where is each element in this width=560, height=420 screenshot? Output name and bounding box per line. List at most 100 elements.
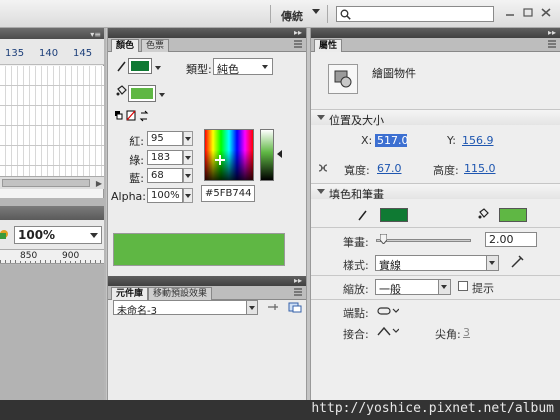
join-style-icon[interactable] [377,326,399,336]
pin-library-icon[interactable] [266,301,280,313]
stroke-color-chip [131,61,149,71]
close-icon[interactable] [540,7,552,18]
section-fill-stroke[interactable]: 填色和筆畫 [311,183,560,201]
cap-style-icon[interactable] [377,306,399,316]
miter-value[interactable]: 3 [463,326,470,339]
chevron-down-icon[interactable] [246,301,257,314]
stroke-color-swatch[interactable] [128,58,152,74]
red-input[interactable]: 95 [147,131,183,146]
frame-number: 145 [73,48,93,59]
timeline-panel: ▾≡ 135 140 145 ▶ [0,28,104,198]
brightness-slider-handle[interactable] [277,150,282,158]
x-label: X: [361,134,373,147]
stroke-weight-slider[interactable] [376,239,471,242]
blue-slider-button[interactable] [183,168,193,183]
y-value[interactable]: 156.9 [462,134,494,147]
chevron-down-icon[interactable] [312,9,320,14]
chevron-down-icon[interactable] [438,280,450,294]
panel-menu-icon[interactable] [548,40,556,48]
panel-menu-icon[interactable] [294,40,302,48]
height-value[interactable]: 115.0 [464,162,496,175]
pencil-icon[interactable] [117,60,127,72]
brightness-slider[interactable] [260,129,274,181]
tab-library[interactable]: 元件庫 [111,287,149,300]
link-dimensions-icon[interactable] [316,162,330,174]
stage-canvas[interactable] [0,265,104,400]
chevron-down-icon[interactable] [317,115,325,120]
scale-select[interactable]: 一般 [375,279,451,296]
width-value[interactable]: 67.0 [377,162,402,175]
stroke-weight-input[interactable]: 2.00 [485,232,537,247]
scrollbar-thumb[interactable] [2,179,90,187]
width-label: 寬度: [344,164,370,177]
chevron-down-icon[interactable] [262,65,268,69]
red-label: 紅: [129,135,144,148]
collapse-panel-icon[interactable]: ▸▸ [294,28,302,37]
hex-color-input[interactable]: #5FB744 [201,185,255,202]
color-type-select[interactable]: 純色 [213,58,273,76]
frame-grid[interactable] [0,66,104,176]
fill-color-swatch[interactable] [499,208,527,222]
library-document-select[interactable]: 未命名-3 [113,300,258,317]
hint-label: 提示 [472,282,494,295]
blue-input[interactable]: 68 [147,168,183,183]
frame-ruler[interactable]: 135 140 145 [0,39,104,65]
minimize-icon[interactable] [504,7,516,18]
chevron-down-icon[interactable] [317,189,325,194]
properties-panel: ▸▸ 屬性 繪圖物件 位置及大小 X: 517.0 Y: 156.9 寬度: 6… [310,28,560,400]
chevron-down-icon[interactable] [486,256,498,270]
green-slider-button[interactable] [183,150,193,165]
style-label: 樣式: [343,259,369,272]
panel-title-bar: ▸▸ [311,28,560,38]
horizontal-ruler: 850 900 [0,250,104,264]
hint-checkbox[interactable] [458,281,468,291]
new-library-panel-icon[interactable] [288,301,302,313]
green-input[interactable]: 183 [147,150,183,165]
zoom-select[interactable]: 100% [14,226,102,244]
color-panel: ▸▸ 顏色 色票 類型: 純色 紅: 95 綠: 183 藍: 68 Alpha… [107,28,307,276]
tab-swatches[interactable]: 色票 [141,39,170,52]
panel-title-bar: ▾≡ [0,28,104,39]
edit-symbol-icon[interactable] [0,228,10,240]
section-title: 位置及大小 [329,114,384,127]
y-label: Y: [447,134,456,147]
workspace-switcher-label[interactable]: 傳統 [281,8,303,24]
panel-menu-icon[interactable] [294,288,302,296]
fill-color-swatch[interactable] [128,85,156,102]
stroke-style-value: 實線 [379,259,401,272]
chevron-down-icon[interactable] [90,233,98,238]
collapse-panel-icon[interactable]: ▸▸ [548,28,556,37]
color-spectrum[interactable] [204,129,254,181]
slider-handle[interactable] [380,234,387,244]
red-slider-button[interactable] [183,131,193,146]
tab-color[interactable]: 顏色 [111,39,140,52]
swap-colors-icons[interactable] [114,110,154,122]
maximize-icon[interactable] [522,7,534,18]
panel-menu-icon[interactable]: ▾≡ [90,30,101,39]
timeline-scrollbar[interactable]: ▶ [0,176,104,189]
search-icon [340,9,351,20]
tab-properties[interactable]: 屬性 [314,39,343,52]
edit-stroke-style-icon[interactable] [510,255,524,269]
panel-title-bar: ▸▸ [108,28,306,38]
tab-motion-presets[interactable]: 移動預設效果 [148,287,213,300]
color-picker-crosshair[interactable] [215,155,225,165]
ruler-label: 900 [62,251,80,261]
divider [311,275,560,276]
search-input[interactable] [336,6,494,22]
alpha-slider-button[interactable] [183,188,193,203]
stroke-style-select[interactable]: 實線 [375,255,499,272]
chevron-down-icon[interactable] [159,93,165,97]
alpha-input[interactable]: 100% [147,188,183,203]
stroke-color-swatch[interactable] [380,208,408,222]
x-value[interactable]: 517.0 [375,134,409,147]
fill-color-chip [131,88,153,99]
alpha-label: Alpha: [111,190,146,203]
panel-title-bar: ▸▸ [108,276,306,286]
section-position-size[interactable]: 位置及大小 [311,109,560,127]
chevron-down-icon[interactable] [155,66,161,70]
collapse-panel-icon[interactable]: ▸▸ [294,276,302,285]
panel-tabs: 顏色 色票 [108,38,306,52]
scroll-right-icon[interactable]: ▶ [96,179,102,188]
paint-bucket-icon[interactable] [116,85,127,97]
